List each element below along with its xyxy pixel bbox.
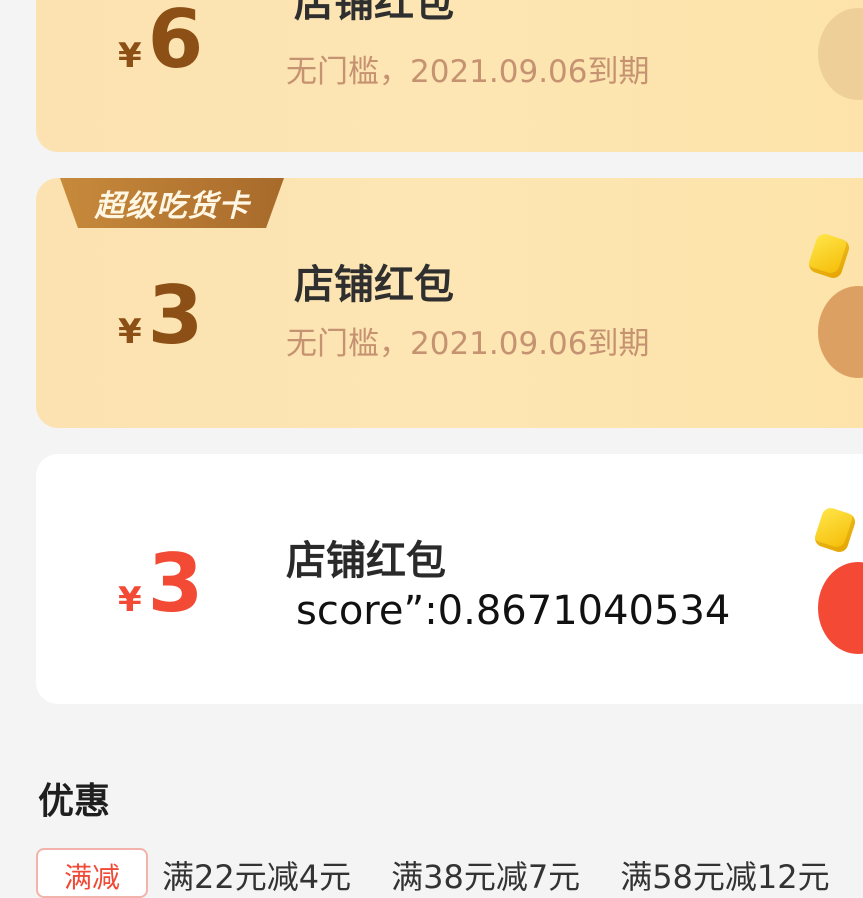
full-reduction-tag: 满减 [36, 848, 148, 898]
amount-value: 3 [147, 537, 204, 630]
coupon-title: 店铺红包 [286, 538, 446, 584]
amount-value: 6 [147, 0, 204, 86]
coupon-title: 店铺红包 [294, 0, 454, 26]
super-foodie-card-badge: 超级吃货卡 [60, 178, 284, 228]
gem-icon [806, 231, 852, 281]
coupon-card-2[interactable]: 超级吃货卡 ¥ 3 店铺红包 无门槛，2021.09.06到期 [36, 178, 863, 428]
promo-item: 满58元减12元 [620, 858, 830, 896]
claim-button[interactable] [818, 562, 863, 654]
gem-icon [812, 505, 858, 555]
coupon-amount: ¥ 6 [118, 0, 203, 80]
coupon-desc: 无门槛，2021.09.06到期 [286, 326, 650, 362]
discounts-title: 优惠 [38, 781, 111, 822]
coupon-amount: ¥ 3 [118, 544, 203, 624]
promo-list: 满22元减4元 满38元减7元 满58元减12元 [162, 852, 830, 898]
amount-value: 3 [147, 269, 204, 362]
coupon-title: 店铺红包 [294, 262, 454, 308]
coupon-amount: ¥ 3 [118, 276, 203, 356]
coupon-desc: 无门槛，2021.09.06到期 [286, 54, 650, 90]
currency-symbol: ¥ [118, 36, 142, 76]
coupon-card-3[interactable]: ¥ 3 店铺红包 score”:0.8671040534 [36, 454, 863, 704]
currency-symbol: ¥ [118, 580, 142, 620]
coupon-card-1[interactable]: ¥ 6 店铺红包 无门槛，2021.09.06到期 [36, 0, 863, 152]
promo-item: 满22元减4元 [162, 858, 352, 896]
claim-button[interactable] [818, 8, 863, 100]
currency-symbol: ¥ [118, 312, 142, 352]
coupon-score-text: score”:0.8671040534 [296, 588, 731, 634]
promo-item: 满38元减7元 [391, 858, 581, 896]
claim-button[interactable] [818, 286, 863, 378]
